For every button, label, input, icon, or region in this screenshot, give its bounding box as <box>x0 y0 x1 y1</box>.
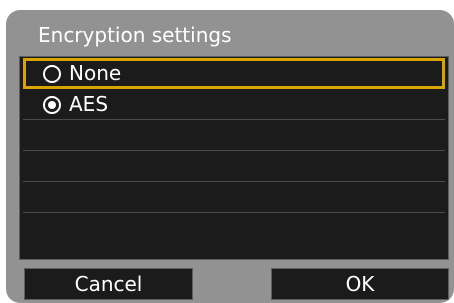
encryption-options-list: None AES <box>19 56 449 260</box>
ok-button[interactable]: OK <box>271 268 449 300</box>
option-aes[interactable]: AES <box>23 89 445 120</box>
empty-row <box>23 120 445 151</box>
dialog-title: Encryption settings <box>38 23 232 47</box>
option-label: None <box>69 61 122 85</box>
radio-unchecked-icon[interactable] <box>43 65 61 83</box>
cancel-button[interactable]: Cancel <box>24 268 193 300</box>
option-none[interactable]: None <box>23 58 445 89</box>
radio-checked-icon[interactable] <box>43 96 61 114</box>
radio-dot <box>48 101 56 109</box>
empty-row <box>23 213 445 244</box>
empty-row <box>23 151 445 182</box>
empty-row <box>23 182 445 213</box>
option-label: AES <box>69 92 109 116</box>
